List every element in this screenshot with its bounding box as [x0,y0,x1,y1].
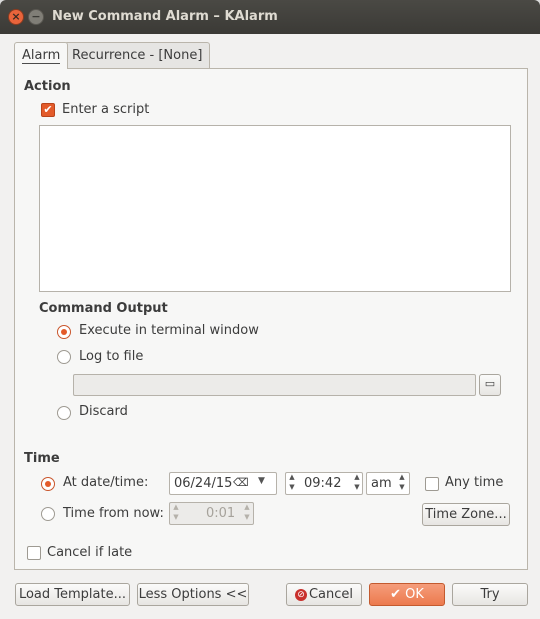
kalarm-dialog: × − New Command Alarm – KAlarm Alarm Rec… [0,0,540,619]
spin-up-icon[interactable]: ▲ [172,504,180,511]
spin-up-icon[interactable]: ▲ [353,474,361,481]
log-file-path-input[interactable] [73,374,476,396]
tab-recurrence-label: Recurrence - [None] [72,48,203,63]
ok-check-icon: ✔ [390,587,401,602]
discard-label: Discard [79,404,128,419]
time-from-now-spinbox[interactable]: 0:01 [169,502,254,525]
try-button[interactable]: Try [452,583,528,606]
folder-browse-icon: ▭ [484,377,496,390]
enter-script-checkbox[interactable]: ✔ [41,103,55,117]
tab-recurrence[interactable]: Recurrence - [None] [64,42,211,68]
title-bar: × − New Command Alarm – KAlarm [0,0,540,34]
log-to-file-radio[interactable] [57,350,71,364]
spin-down-icon[interactable]: ▼ [353,484,361,491]
script-textarea[interactable] [39,125,511,292]
ampm-value: am [371,476,392,491]
window-title: New Command Alarm – KAlarm [52,9,278,24]
spin-down-icon[interactable]: ▼ [288,484,296,491]
execute-in-terminal-label: Execute in terminal window [79,323,259,338]
time-value: 09:42 [304,476,342,491]
dropdown-arrow-icon[interactable]: ▼ [258,476,265,486]
time-from-now-label: Time from now: [63,506,164,521]
spin-down-icon[interactable]: ▼ [398,484,406,491]
cancel-icon: ⊘ [295,589,307,601]
ok-button[interactable]: ✔ OK [369,583,445,606]
browse-file-button[interactable]: ▭ [479,374,501,396]
checkbox-checked-icon: ✔ [43,103,53,116]
time-heading: Time [24,451,60,466]
minimize-icon[interactable]: − [28,9,44,25]
close-icon[interactable]: × [8,9,24,25]
spin-up-icon[interactable]: ▲ [398,474,406,481]
spin-up-icon[interactable]: ▲ [243,504,251,511]
clear-text-icon[interactable]: ⌫ [233,476,249,489]
date-input[interactable]: 06/24/15 ⌫ ▼ [169,472,277,495]
log-to-file-label: Log to file [79,349,144,364]
execute-in-terminal-radio[interactable] [57,325,71,339]
at-date-time-label: At date/time: [63,475,149,490]
discard-radio[interactable] [57,406,71,420]
action-heading: Action [24,79,71,94]
cancel-button-label: Cancel [308,587,354,602]
time-zone-button[interactable]: Time Zone... [422,503,510,526]
less-options-button[interactable]: Less Options << [137,583,249,606]
spin-down-icon[interactable]: ▼ [243,514,251,521]
tab-alarm-label: Alarm [22,48,61,64]
spin-up-icon[interactable]: ▲ [288,474,296,481]
command-output-heading: Command Output [39,301,168,316]
spin-down-icon[interactable]: ▼ [172,514,180,521]
cancel-button[interactable]: ⊘ Cancel [286,583,362,606]
any-time-label: Any time [445,475,504,490]
tab-alarm[interactable]: Alarm [14,42,69,69]
date-value: 06/24/15 [174,476,233,491]
time-spinbox[interactable]: 09:42 [285,472,363,495]
time-from-now-radio[interactable] [41,507,55,521]
enter-script-label: Enter a script [62,102,150,117]
cancel-if-late-checkbox[interactable] [27,546,41,560]
ok-button-label: OK [405,587,424,602]
cancel-if-late-label: Cancel if late [47,545,133,560]
time-from-now-value: 0:01 [206,506,236,521]
any-time-checkbox[interactable] [425,477,439,491]
load-template-button[interactable]: Load Template... [15,583,130,606]
at-date-time-radio[interactable] [41,477,55,491]
